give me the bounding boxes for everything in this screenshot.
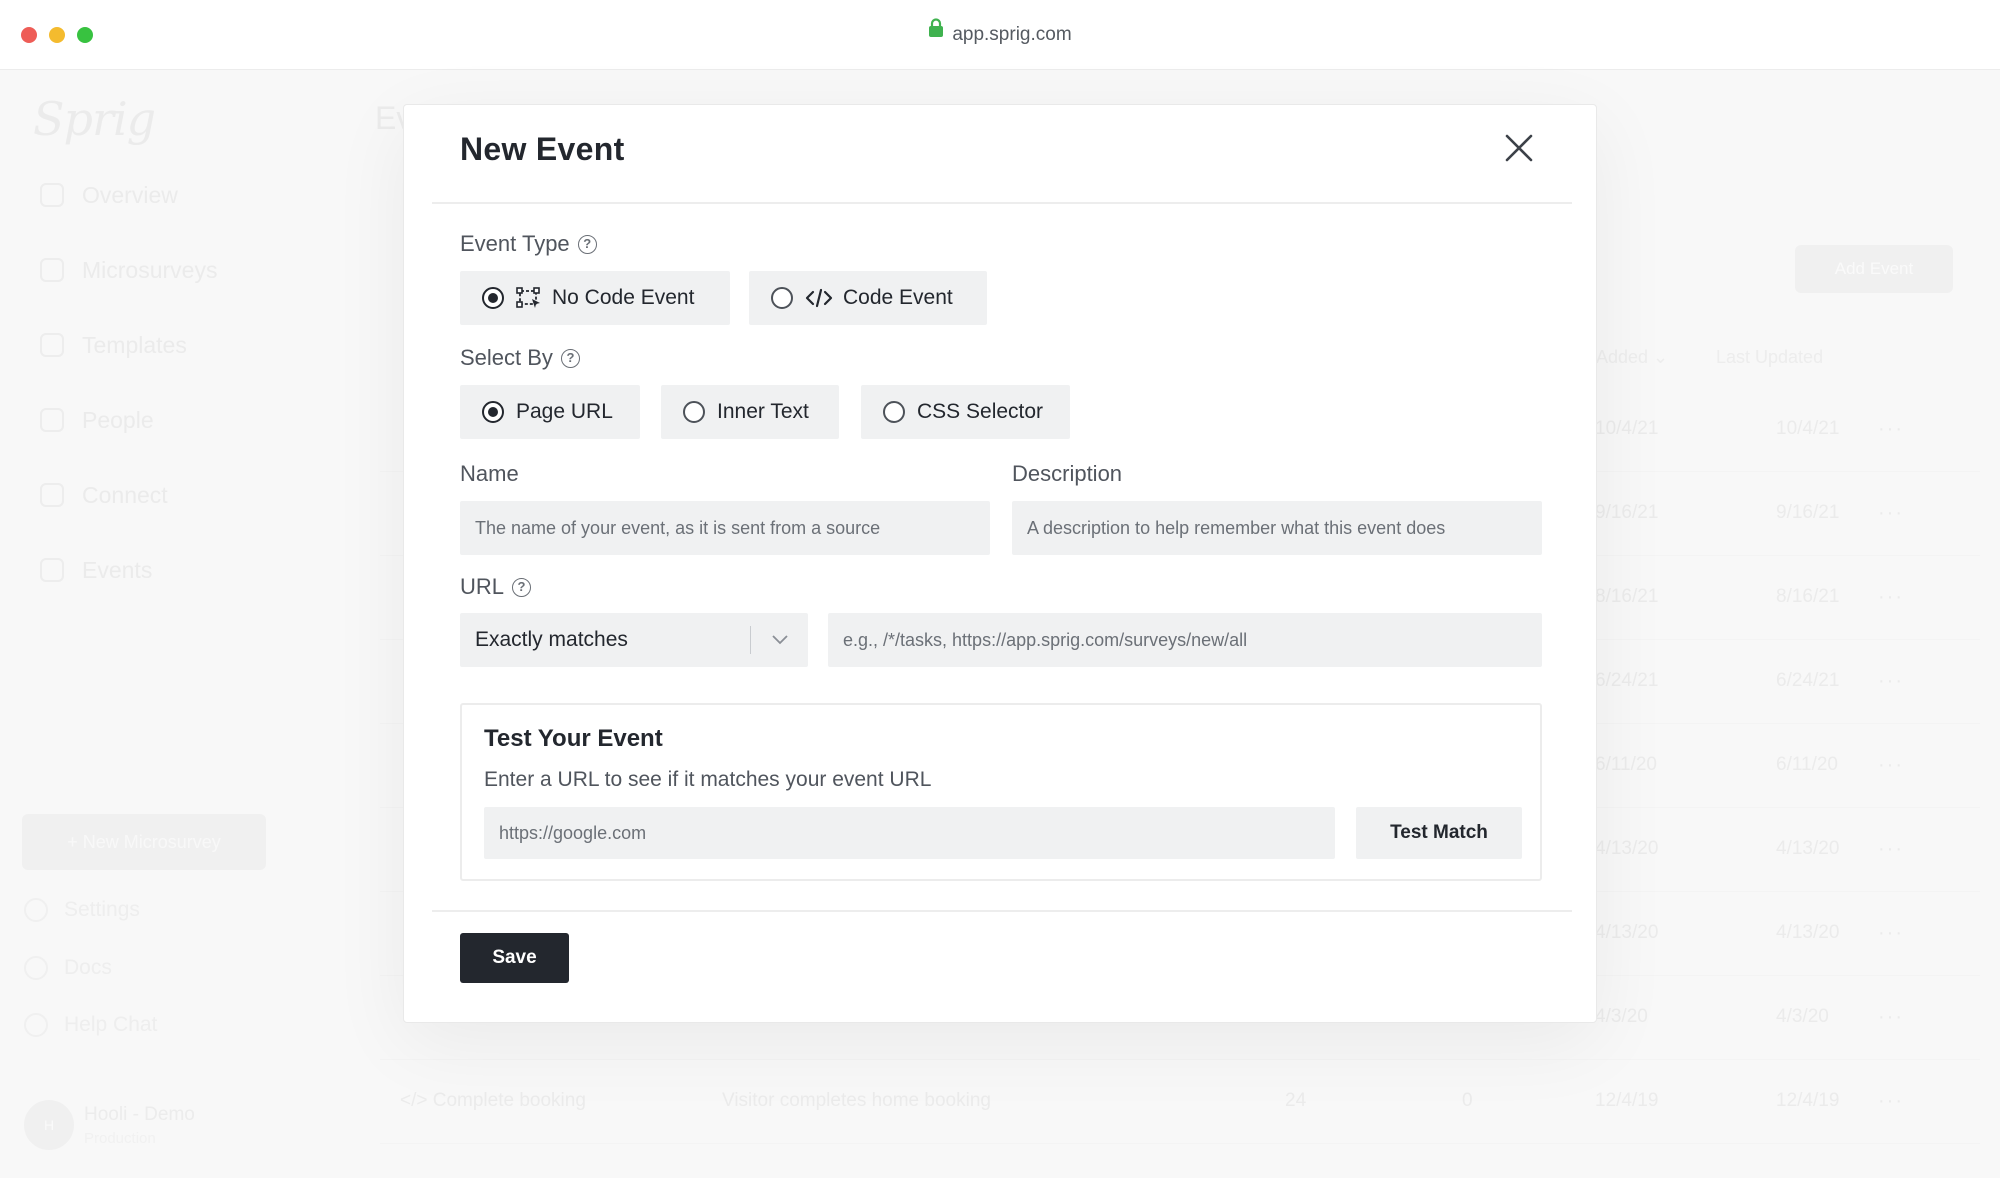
radio-checked[interactable] — [482, 401, 504, 423]
event-type-label-text: Event Type — [460, 231, 570, 256]
close-icon[interactable] — [1502, 131, 1536, 165]
help-icon[interactable]: ? — [577, 234, 597, 254]
inner-text-option[interactable]: Inner Text — [661, 385, 839, 439]
no-code-event-option[interactable]: No Code Event — [460, 271, 730, 325]
select-by-label: Select By? — [460, 345, 580, 371]
description-label: Description — [1012, 461, 1123, 486]
browser-titlebar: app.sprig.com — [0, 0, 2000, 70]
radio-unchecked[interactable] — [883, 401, 905, 423]
url-match-select[interactable]: Exactly matches — [460, 613, 808, 667]
address-bar[interactable]: app.sprig.com — [0, 18, 2000, 50]
url-pattern-input[interactable] — [828, 613, 1542, 667]
lock-icon — [928, 18, 944, 48]
test-match-button[interactable]: Test Match — [1356, 807, 1522, 859]
page-url-option[interactable]: Page URL — [460, 385, 640, 439]
test-url-input[interactable] — [484, 807, 1335, 859]
css-selector-option[interactable]: CSS Selector — [861, 385, 1070, 439]
new-event-modal: New Event Event Type? No Code Event Code… — [403, 104, 1597, 1023]
footer-divider — [432, 910, 1572, 912]
description-input[interactable] — [1012, 501, 1542, 555]
code-icon — [805, 288, 833, 308]
test-subtitle: Enter a URL to see if it matches your ev… — [484, 768, 932, 791]
select-divider — [750, 626, 751, 654]
url-label-text: URL — [460, 574, 505, 599]
code-event-option[interactable]: Code Event — [749, 271, 987, 325]
modal-title: New Event — [460, 131, 625, 167]
test-event-panel: Test Your Event Enter a URL to see if it… — [460, 703, 1542, 881]
radio-checked[interactable] — [482, 287, 504, 309]
address-text: app.sprig.com — [952, 24, 1072, 45]
url-match-value: Exactly matches — [475, 628, 628, 651]
chevron-down-icon[interactable] — [770, 627, 790, 657]
radio-unchecked[interactable] — [683, 401, 705, 423]
save-button[interactable]: Save — [460, 933, 569, 983]
header-divider — [432, 202, 1572, 204]
no-code-icon — [516, 287, 542, 309]
option-label: Code Event — [843, 286, 953, 309]
test-title: Test Your Event — [484, 725, 663, 752]
option-label: Page URL — [516, 400, 613, 423]
name-label: Name — [460, 461, 519, 486]
select-by-label-text: Select By — [460, 345, 553, 370]
option-label: CSS Selector — [917, 400, 1044, 423]
help-icon[interactable]: ? — [512, 577, 532, 597]
url-label: URL? — [460, 574, 532, 600]
option-label: Inner Text — [717, 400, 809, 423]
event-type-label: Event Type? — [460, 231, 597, 257]
radio-unchecked[interactable] — [771, 287, 793, 309]
option-label: No Code Event — [552, 286, 695, 309]
help-icon[interactable]: ? — [560, 348, 580, 368]
name-input[interactable] — [460, 501, 990, 555]
